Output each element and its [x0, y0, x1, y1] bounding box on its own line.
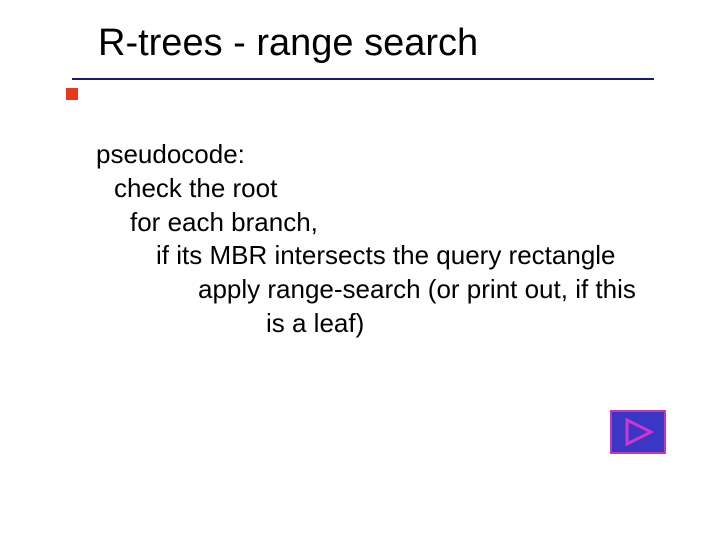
slide: R-trees - range search pseudocode: check… — [0, 0, 720, 540]
play-icon — [623, 418, 653, 446]
pseudocode-line: if its MBR intersects the query rectangl… — [96, 239, 680, 273]
pseudocode-line: is a leaf) — [96, 307, 680, 341]
body-text: pseudocode: check the root for each bran… — [96, 138, 680, 341]
title-underline — [72, 78, 654, 80]
play-button[interactable] — [610, 410, 666, 454]
accent-square — [66, 88, 78, 100]
pseudocode-line: check the root — [96, 172, 680, 206]
pseudocode-line: pseudocode: — [96, 138, 680, 172]
slide-title: R-trees - range search — [98, 22, 478, 65]
pseudocode-line: for each branch, — [96, 206, 680, 240]
pseudocode-line: apply range-search (or print out, if thi… — [96, 273, 680, 307]
